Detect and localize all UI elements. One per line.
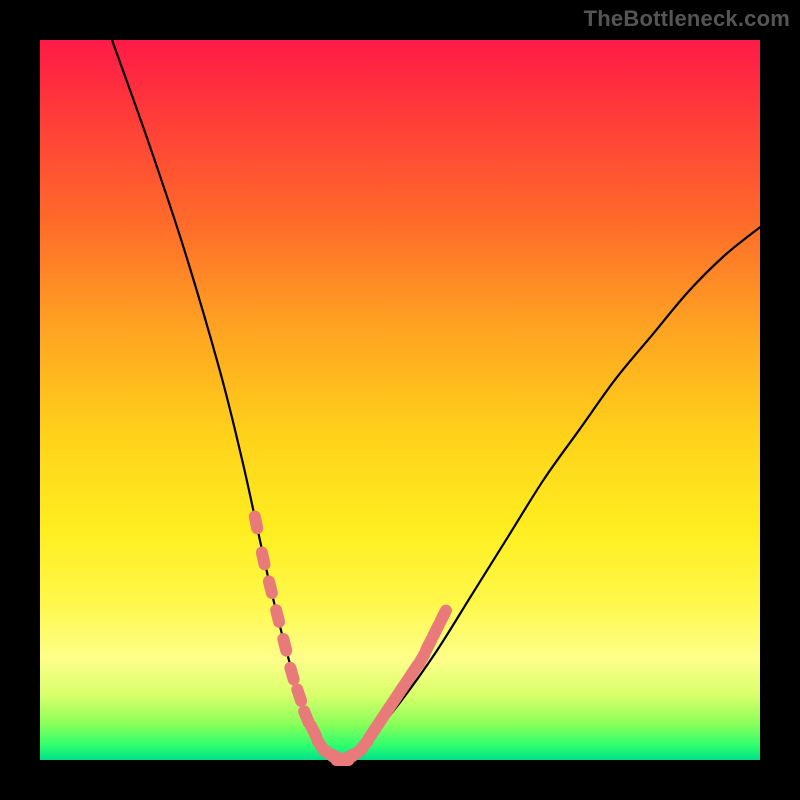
- marker-point: [255, 545, 272, 571]
- marker-point: [248, 509, 264, 535]
- curve-layer: [40, 40, 760, 760]
- chart-container: TheBottleneck.com: [0, 0, 800, 800]
- plot-area: [40, 40, 760, 760]
- highlighted-points: [248, 509, 454, 767]
- marker-point: [262, 574, 279, 600]
- watermark-text: TheBottleneck.com: [584, 6, 790, 32]
- marker-point: [283, 660, 301, 686]
- marker-point: [276, 632, 293, 658]
- marker-point: [269, 603, 286, 629]
- bottleneck-curve: [112, 40, 760, 760]
- marker-point: [290, 682, 309, 709]
